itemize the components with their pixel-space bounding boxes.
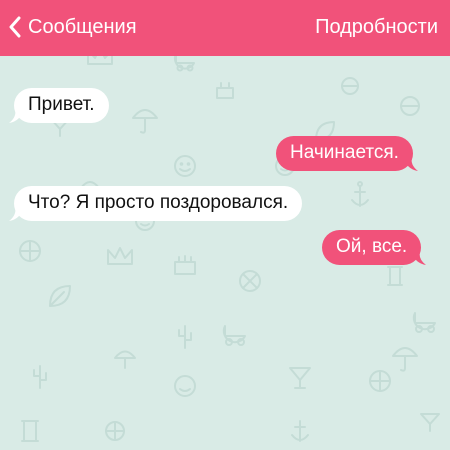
drink-icon xyxy=(289,367,311,389)
message-text: Начинается. xyxy=(290,142,399,163)
bubble-tail xyxy=(9,109,23,123)
navigation-bar: Сообщения Подробности xyxy=(0,0,450,56)
anchor-icon xyxy=(351,181,369,207)
bubble-tail xyxy=(9,207,23,221)
stroller-icon xyxy=(173,56,195,72)
umbrella-icon xyxy=(114,350,136,369)
ball-icon xyxy=(19,240,41,262)
anchor-icon xyxy=(291,420,309,442)
cactus-icon xyxy=(33,365,47,389)
details-button[interactable]: Подробности xyxy=(315,14,438,40)
smiley-icon xyxy=(174,155,196,177)
cake-icon xyxy=(216,82,234,99)
column-icon xyxy=(21,420,39,442)
back-button-label: Сообщения xyxy=(28,16,137,38)
message-text: Что? Я просто поздоровался. xyxy=(28,192,289,213)
bubble-tail xyxy=(403,157,418,171)
message-bubble-outgoing[interactable]: Начинается. xyxy=(276,136,418,171)
umbrella-icon xyxy=(392,347,418,372)
crown-icon xyxy=(107,247,133,265)
umbrella-icon xyxy=(132,109,158,134)
message-text: Ой, все. xyxy=(336,236,408,257)
stroller-icon xyxy=(412,312,436,333)
back-button[interactable]: Сообщения xyxy=(8,14,137,40)
smiley-icon xyxy=(174,375,196,397)
ball-icon xyxy=(341,77,359,95)
message-bubble-incoming[interactable]: Привет. xyxy=(9,88,109,123)
chevron-left-icon xyxy=(9,16,21,38)
ball-icon xyxy=(239,270,261,292)
message-bubble-incoming[interactable]: Что? Я просто поздоровался. xyxy=(9,186,303,221)
column-icon xyxy=(387,266,403,286)
message-text: Привет. xyxy=(28,94,95,115)
crown-icon xyxy=(87,56,113,65)
cake-icon xyxy=(174,255,196,275)
message-bubble-outgoing[interactable]: Ой, все. xyxy=(322,230,427,265)
leaf-icon xyxy=(49,285,71,307)
ball-icon xyxy=(400,96,420,116)
ball-icon xyxy=(369,370,391,392)
stroller-icon xyxy=(222,325,246,346)
bubble-tail xyxy=(412,251,427,265)
cactus-icon xyxy=(178,325,192,349)
chat-screen: Сообщения Подробности Привет. Начинается… xyxy=(0,0,450,450)
ball-icon xyxy=(105,421,125,441)
drink-icon xyxy=(420,413,440,432)
